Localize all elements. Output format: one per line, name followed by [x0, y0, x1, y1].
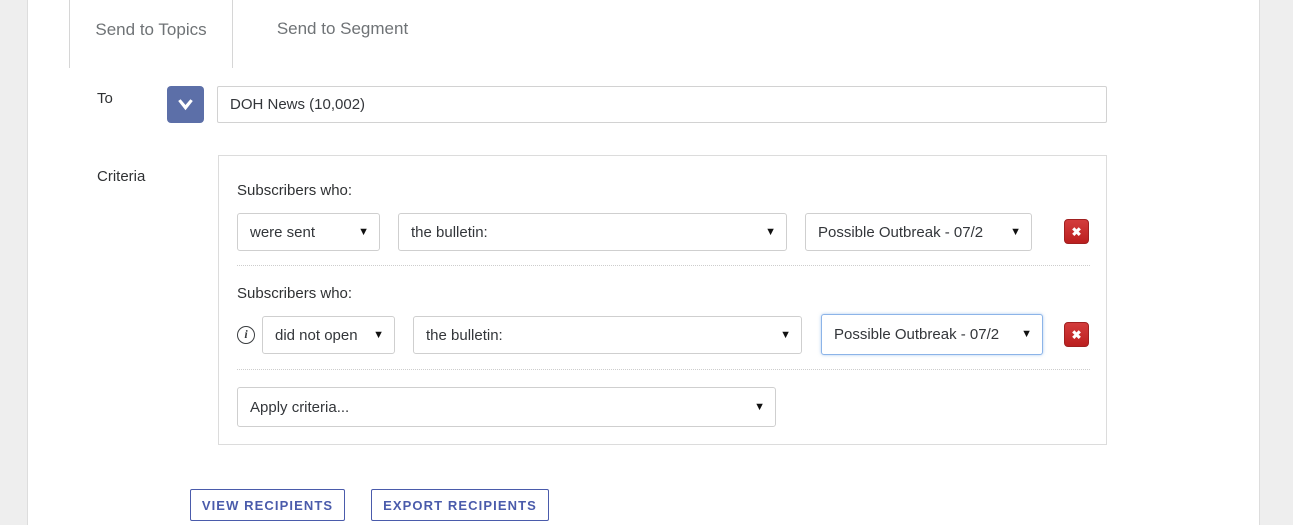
chevron-down-icon [176, 98, 195, 111]
to-input[interactable] [217, 86, 1107, 123]
criteria-row-heading: Subscribers who: [237, 285, 353, 302]
criteria-remove-button[interactable]: ✖ [1064, 219, 1089, 244]
to-label: To [97, 90, 113, 107]
view-recipients-button[interactable]: VIEW RECIPIENTS [190, 489, 345, 521]
criteria-object-value: the bulletin: [426, 326, 503, 344]
tab-send-to-topics[interactable]: Send to Topics [69, 0, 233, 68]
criteria-action-select[interactable]: were sent ▼ [237, 213, 380, 251]
chevron-down-icon: ▼ [1021, 328, 1032, 340]
criteria-action-select[interactable]: did not open ▼ [262, 316, 395, 354]
to-dropdown-toggle-button[interactable] [167, 86, 204, 123]
criteria-target-value: Possible Outbreak - 07/2 [818, 223, 984, 241]
criteria-target-select[interactable]: Possible Outbreak - 07/2 ▼ [821, 314, 1043, 355]
chevron-down-icon: ▼ [373, 328, 384, 341]
tab-send-to-topics-label: Send to Topics [95, 19, 207, 39]
tab-bar: Send to Topics Send to Segment [69, 0, 1219, 68]
content-canvas: Send to Topics Send to Segment To Criter… [27, 0, 1260, 525]
info-icon[interactable]: i [237, 326, 255, 344]
criteria-row-heading: Subscribers who: [237, 182, 353, 199]
criteria-divider [237, 369, 1090, 370]
tab-send-to-segment[interactable]: Send to Segment [255, 0, 430, 68]
page-root: Send to Topics Send to Segment To Criter… [0, 0, 1293, 525]
criteria-divider [237, 265, 1090, 266]
criteria-object-select[interactable]: the bulletin: ▼ [398, 213, 787, 251]
export-recipients-button[interactable]: EXPORT RECIPIENTS [371, 489, 549, 521]
criteria-label: Criteria [97, 168, 146, 185]
chevron-down-icon: ▼ [358, 225, 369, 238]
criteria-target-value: Possible Outbreak - 07/2 [834, 326, 1000, 343]
chevron-down-icon: ▼ [780, 328, 791, 341]
criteria-action-value: were sent [250, 223, 316, 241]
criteria-object-select[interactable]: the bulletin: ▼ [413, 316, 802, 354]
apply-criteria-value: Apply criteria... [250, 398, 350, 416]
apply-criteria-select[interactable]: Apply criteria... ▼ [237, 387, 776, 427]
criteria-remove-button[interactable]: ✖ [1064, 322, 1089, 347]
criteria-action-value: did not open [275, 326, 358, 344]
criteria-panel: Subscribers who: were sent ▼ the bulleti… [218, 155, 1107, 445]
criteria-object-value: the bulletin: [411, 223, 488, 241]
chevron-down-icon: ▼ [754, 400, 765, 413]
chevron-down-icon: ▼ [765, 225, 776, 238]
chevron-down-icon: ▼ [1010, 225, 1021, 238]
tab-send-to-segment-label: Send to Segment [276, 19, 409, 38]
criteria-target-select[interactable]: Possible Outbreak - 07/2 ▼ [805, 213, 1032, 251]
